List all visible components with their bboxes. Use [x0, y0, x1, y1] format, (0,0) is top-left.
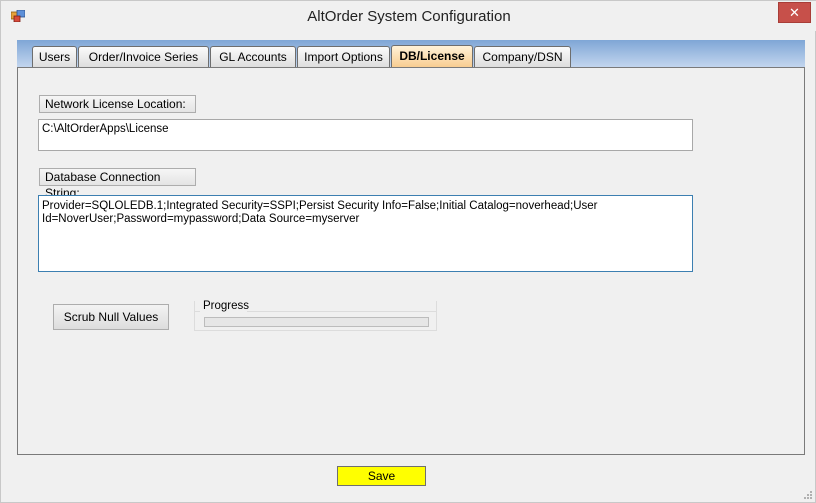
group-border — [247, 311, 437, 312]
tab-order-invoice-series[interactable]: Order/Invoice Series — [78, 46, 209, 68]
close-icon: ✕ — [789, 5, 800, 20]
progress-bar — [204, 317, 429, 327]
license-location-field[interactable]: C:\AltOrderApps\License — [38, 119, 693, 151]
close-button[interactable]: ✕ — [778, 2, 811, 23]
connection-string-field[interactable]: Provider=SQLOLEDB.1;Integrated Security=… — [38, 195, 693, 272]
tab-company-dsn[interactable]: Company/DSN — [474, 46, 571, 68]
tab-users[interactable]: Users — [32, 46, 77, 68]
tab-label: Order/Invoice Series — [88, 50, 199, 64]
group-border — [194, 311, 200, 312]
resize-grip-icon[interactable] — [802, 489, 812, 499]
tab-label: Import Options — [304, 50, 383, 64]
tab-gl-accounts[interactable]: GL Accounts — [210, 46, 296, 68]
tab-label: Company/DSN — [482, 50, 563, 64]
connection-string-label: Database Connection String: — [39, 168, 196, 200]
tab-import-options[interactable]: Import Options — [297, 46, 390, 68]
tab-label: DB/License — [399, 49, 465, 63]
app-window: AltOrder System Configuration ✕ Users Or… — [0, 0, 816, 503]
tab-db-license[interactable]: DB/License — [391, 45, 473, 69]
window-title: AltOrder System Configuration — [307, 8, 511, 25]
progress-title: Progress — [203, 300, 250, 312]
license-location-label: Network License Location: — [39, 95, 196, 113]
tab-label: Users — [38, 50, 71, 64]
tab-label: GL Accounts — [219, 50, 287, 64]
save-button[interactable]: Save — [337, 466, 426, 486]
title-bar[interactable]: AltOrder System Configuration ✕ — [1, 1, 816, 31]
scrub-null-values-button[interactable]: Scrub Null Values — [53, 304, 169, 330]
